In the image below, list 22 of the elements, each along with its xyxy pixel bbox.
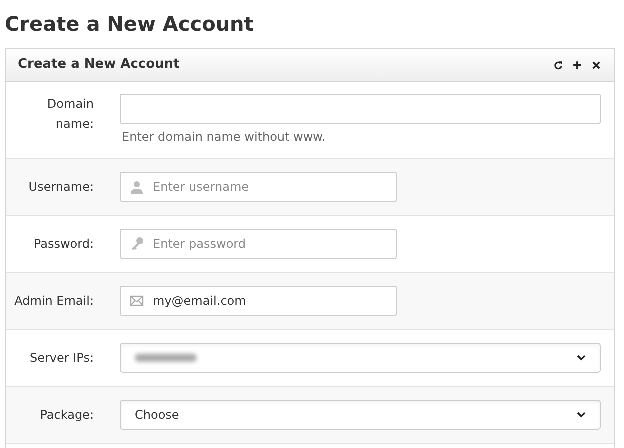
- input-field[interactable]: my@email.com: [120, 286, 397, 316]
- field-label: Password:: [32, 236, 94, 253]
- field-label: Package:: [39, 407, 94, 424]
- user-icon: [130, 180, 144, 194]
- select-dropdown[interactable]: Choose: [120, 400, 601, 430]
- field-label: Admin Email:: [14, 293, 94, 310]
- input-field[interactable]: Enter password: [120, 229, 397, 259]
- chevron-down-icon: [577, 355, 586, 361]
- mail-icon: [130, 294, 144, 308]
- field-label: Server IPs:: [28, 350, 94, 367]
- input-field[interactable]: Enter username: [120, 172, 397, 202]
- add-icon[interactable]: [572, 60, 583, 70]
- reload-icon[interactable]: [553, 60, 564, 70]
- chevron-down-icon: [577, 412, 586, 418]
- close-icon[interactable]: [591, 60, 602, 70]
- help-text: Enter domain name without www.: [122, 129, 327, 146]
- panel-title: Create a New Account: [18, 56, 181, 74]
- page-title: Create a New Account: [5, 11, 255, 38]
- key-icon: [130, 237, 144, 251]
- field-label: Domain name:: [46, 96, 94, 133]
- input-field[interactable]: [120, 94, 601, 124]
- field-label: Username:: [28, 179, 94, 196]
